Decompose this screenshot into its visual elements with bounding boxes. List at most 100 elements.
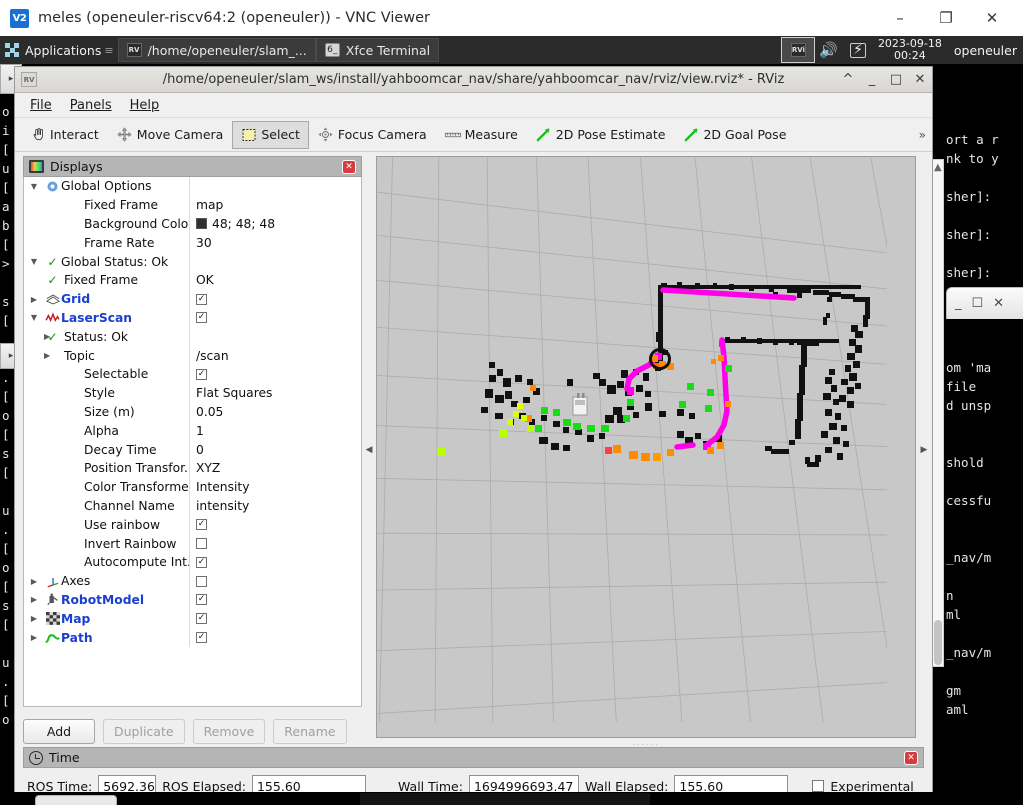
display-row-laserscan-topic[interactable]: ▶ Topic/scan — [24, 346, 361, 365]
taskbar-tray-rviz-window[interactable]: RVi — [781, 37, 816, 63]
tool-2d-pose-estimate[interactable]: 2D Pose Estimate — [527, 121, 675, 149]
taskbar-item-rviz[interactable]: RV /home/openeuler/slam_... — [117, 38, 316, 62]
background-window-right-titlebar[interactable]: _ ☐ ✕ — [946, 287, 1023, 319]
display-row-axes[interactable]: ▶ Axes — [24, 571, 361, 591]
display-row-value[interactable]: 1 — [189, 421, 361, 441]
expand-arrow-icon[interactable]: ▶ — [24, 295, 44, 304]
add-display-button[interactable]: Add — [23, 718, 95, 744]
display-row-global-options[interactable]: ▼ Global Options — [24, 177, 361, 196]
tool-move-camera[interactable]: Move Camera — [108, 121, 233, 149]
render-view-3d[interactable] — [376, 156, 916, 738]
enable-checkbox[interactable]: ✓ — [196, 312, 207, 324]
display-row-laserscan-use-rainbow[interactable]: Use rainbow ✓ — [24, 515, 361, 535]
applications-menu-button[interactable]: Applications — [0, 43, 101, 58]
display-row-laserscan-size[interactable]: Size (m) 0.05 — [24, 402, 361, 422]
enable-checkbox[interactable] — [196, 575, 207, 587]
display-row-value[interactable] — [189, 327, 361, 347]
rviz-maximize-button[interactable]: □ — [884, 67, 908, 93]
taskbar-item-terminal[interactable]: 6_ Xfce Terminal — [315, 38, 440, 62]
menu-panels[interactable]: Panels — [62, 96, 120, 115]
display-row-value[interactable]: Flat Squares — [189, 383, 361, 403]
display-row-value[interactable]: ✓ — [189, 289, 361, 309]
display-row-global-status[interactable]: ▼ ✓ Global Status: Ok — [24, 252, 361, 271]
display-row-value[interactable]: 48; 48; 48 — [189, 214, 361, 234]
scrollbar-thumb[interactable] — [934, 620, 942, 665]
display-row-value[interactable]: Intensity — [189, 477, 361, 497]
display-row-laserscan[interactable]: ▼ LaserScan ✓ — [24, 308, 361, 328]
display-row-laserscan-channel-name[interactable]: Channel Name intensity — [24, 496, 361, 516]
tool-2d-goal-pose[interactable]: 2D Goal Pose — [674, 121, 795, 149]
bg-maximize-button[interactable]: ☐ — [972, 296, 984, 311]
display-row-value[interactable] — [189, 534, 361, 553]
panel-handle[interactable]: ≡ — [104, 44, 114, 57]
expand-arrow-icon[interactable]: ▶ — [24, 595, 44, 604]
display-row-value[interactable]: intensity — [189, 496, 361, 516]
display-row-grid[interactable]: ▶ Grid ✓ — [24, 289, 361, 309]
display-row-fixed-frame[interactable]: Fixed Frame map — [24, 195, 361, 215]
bg-minimize-button[interactable]: _ — [955, 296, 962, 311]
rviz-close-button[interactable]: ✕ — [908, 67, 932, 93]
display-row-robotmodel[interactable]: ▶ RobotModel ✓ — [24, 590, 361, 610]
rename-display-button[interactable]: Rename — [273, 718, 347, 744]
tool-interact[interactable]: Interact — [21, 121, 108, 149]
tool-select[interactable]: Select — [232, 120, 309, 149]
duplicate-display-button[interactable]: Duplicate — [103, 718, 185, 744]
clock[interactable]: 2023-09-18 00:24 — [878, 38, 942, 62]
display-row-value[interactable]: ✓ — [189, 308, 361, 328]
display-row-value[interactable]: map — [189, 195, 361, 215]
display-row-value[interactable]: ✓ — [189, 552, 361, 572]
display-row-laserscan-selectable[interactable]: Selectable ✓ — [24, 364, 361, 384]
expand-arrow-icon[interactable]: ▶ — [24, 577, 44, 586]
menu-file[interactable]: File — [22, 96, 60, 115]
rviz-shade-button[interactable]: ^ — [836, 67, 860, 93]
display-row-value[interactable]: 30 — [189, 233, 361, 253]
display-row-background-color[interactable]: Background Color 48; 48; 48 — [24, 214, 361, 234]
display-row-laserscan-alpha[interactable]: Alpha 1 — [24, 421, 361, 441]
render-time-splitter[interactable]: ...... — [376, 738, 916, 747]
display-row-value[interactable] — [189, 177, 361, 196]
tool-focus-camera[interactable]: Focus Camera — [309, 121, 436, 149]
enable-checkbox[interactable] — [196, 538, 207, 550]
displays-close-button[interactable]: ✕ — [342, 159, 356, 174]
display-row-path[interactable]: ▶ Path ✓ — [24, 628, 361, 647]
time-panel-close-button[interactable]: ✕ — [904, 750, 918, 765]
display-row-value[interactable] — [189, 571, 361, 591]
display-row-value[interactable]: /scan — [189, 346, 361, 365]
expand-arrow-icon[interactable]: ▼ — [24, 257, 44, 266]
toolbar-overflow-button[interactable]: » — [919, 128, 926, 142]
right-panel-collapse-handle[interactable]: ▶ — [916, 152, 932, 747]
battery-icon[interactable]: ⚡ — [850, 42, 866, 58]
expand-arrow-icon[interactable]: ▼ — [24, 313, 44, 322]
user-label[interactable]: openeuler — [954, 43, 1019, 58]
vnc-close-button[interactable]: ✕ — [969, 0, 1015, 36]
display-row-value[interactable]: ✓ — [189, 609, 361, 629]
experimental-checkbox[interactable] — [812, 780, 825, 792]
display-row-status-fixed-frame[interactable]: ✓ Fixed Frame OK — [24, 270, 361, 290]
display-row-laserscan-style[interactable]: Style Flat Squares — [24, 383, 361, 403]
expand-arrow-icon[interactable]: ▶ — [24, 614, 44, 623]
enable-checkbox[interactable]: ✓ — [196, 632, 207, 644]
expand-arrow-icon[interactable]: ▼ — [24, 182, 44, 191]
display-row-value[interactable] — [189, 252, 361, 271]
enable-checkbox[interactable]: ✓ — [196, 368, 207, 380]
display-row-laserscan-invert-rainbow[interactable]: Invert Rainbow — [24, 534, 361, 553]
display-row-laserscan-status[interactable]: ▶ ✓ Status: Ok — [24, 327, 361, 347]
display-row-value[interactable]: ✓ — [189, 590, 361, 610]
display-row-value[interactable]: 0 — [189, 440, 361, 459]
displays-tree[interactable]: ▼ Global Options Fixed Frame map Background … — [23, 177, 362, 707]
bottom-window-stub[interactable] — [35, 795, 117, 805]
left-panel-collapse-handle[interactable]: ◀ — [362, 152, 376, 747]
display-row-value[interactable]: ✓ — [189, 515, 361, 535]
volume-icon[interactable]: 🔊 — [819, 41, 838, 59]
menu-help[interactable]: Help — [122, 96, 168, 115]
display-row-laserscan-autocompute-intensity[interactable]: Autocompute Int... ✓ — [24, 552, 361, 572]
background-terminal-right[interactable]: ort a r nk to y sher]: sher]: sher]: om … — [944, 130, 1023, 805]
bg-close-button[interactable]: ✕ — [993, 296, 1004, 311]
scroll-up-icon[interactable]: ▲ — [934, 162, 942, 173]
tool-measure[interactable]: Measure — [436, 121, 527, 149]
rviz-titlebar[interactable]: RV /home/openeuler/slam_ws/install/yahbo… — [15, 67, 932, 93]
display-row-value[interactable]: 0.05 — [189, 402, 361, 422]
display-row-laserscan-color-transformer[interactable]: Color Transformer Intensity — [24, 477, 361, 497]
enable-checkbox[interactable]: ✓ — [196, 594, 207, 606]
display-row-laserscan-decay-time[interactable]: Decay Time 0 — [24, 440, 361, 459]
